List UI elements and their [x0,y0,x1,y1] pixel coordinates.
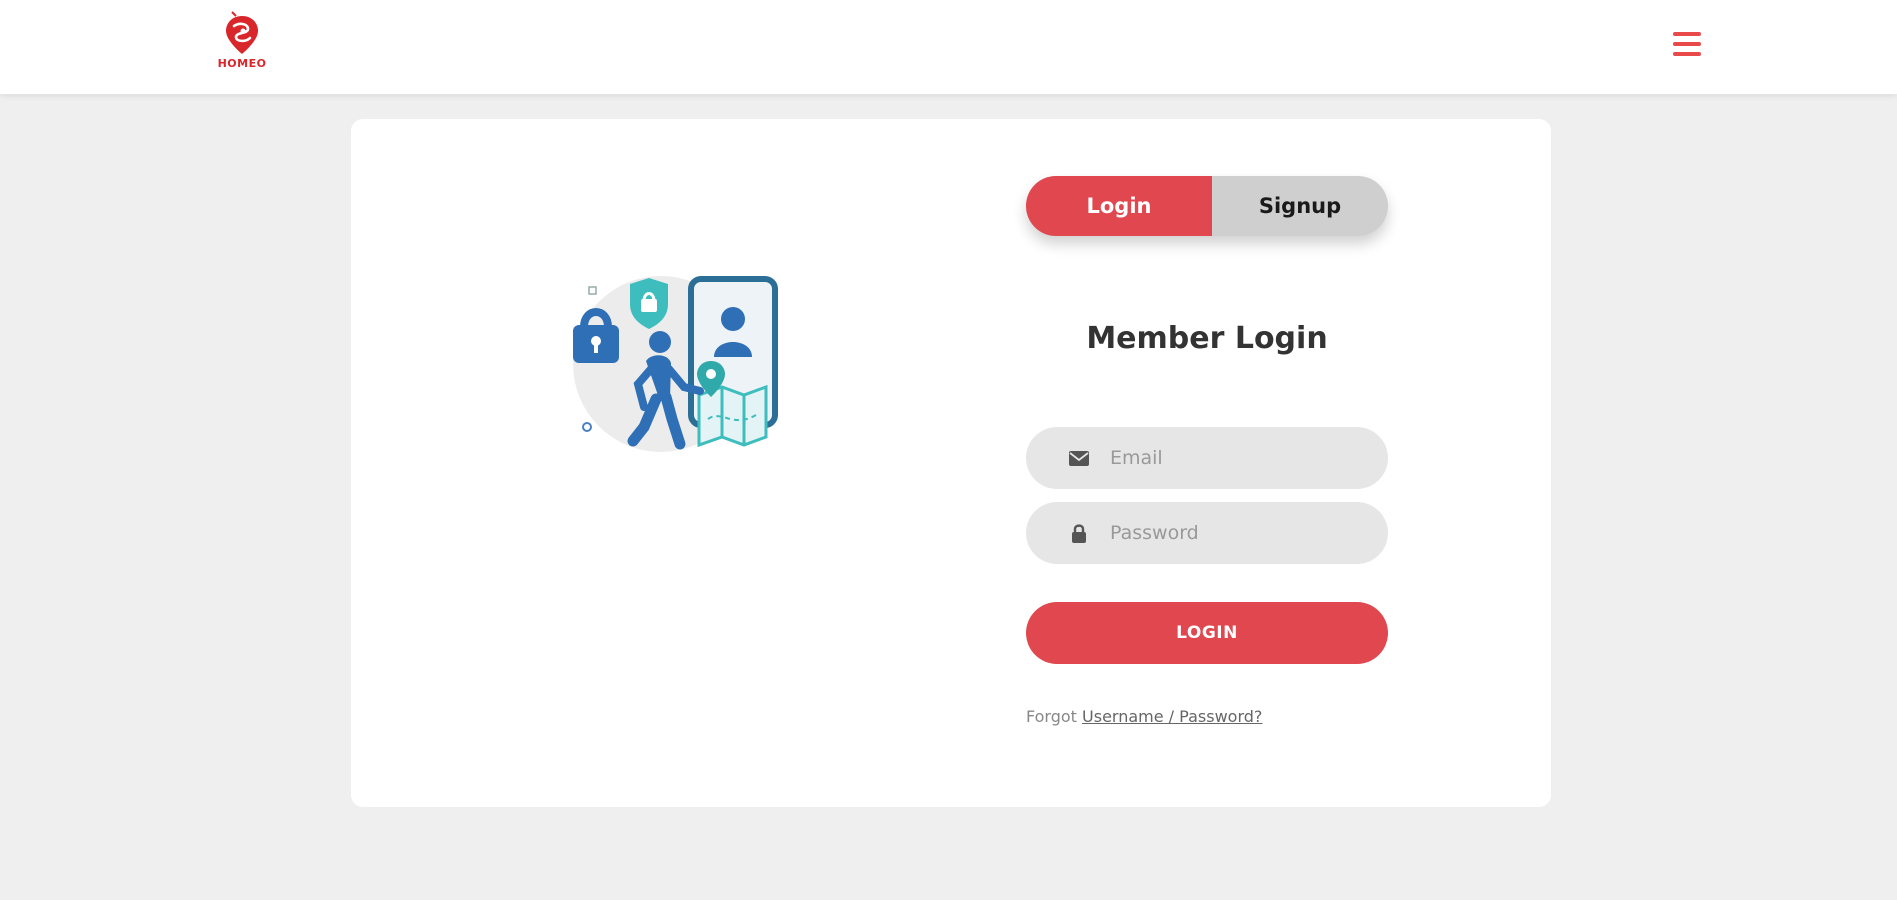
hamburger-menu-icon[interactable] [1673,32,1701,56]
auth-mode-toggle: Login Signup [1026,176,1388,236]
forgot-credentials: Forgot Username / Password? [1026,707,1262,726]
secure-access-illustration [573,276,778,452]
envelope-icon [1068,450,1090,466]
password-field[interactable] [1026,502,1388,564]
brand-logo[interactable]: HOMEO [212,10,272,76]
map-pin-logo-icon [226,11,258,54]
forgot-prefix: Forgot [1026,707,1077,726]
login-card: Login Signup Member Login LOGIN Forgot U… [351,119,1551,807]
login-tab[interactable]: Login [1026,176,1212,236]
brand-name: HOMEO [217,57,267,70]
email-input[interactable] [1110,447,1350,469]
login-button[interactable]: LOGIN [1026,602,1388,664]
forgot-credentials-link[interactable]: Username / Password? [1082,707,1262,726]
top-header: HOMEO [0,0,1897,94]
lock-icon [1068,523,1090,543]
signup-tab[interactable]: Signup [1212,176,1388,236]
form-title: Member Login [1086,321,1328,356]
password-input[interactable] [1110,522,1350,544]
email-field[interactable] [1026,427,1388,489]
